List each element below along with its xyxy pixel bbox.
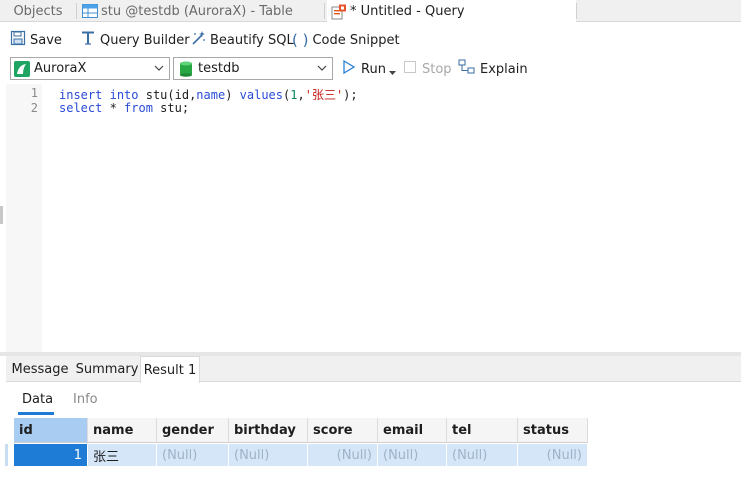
code-token: into — [109, 88, 139, 102]
database-icon — [179, 61, 193, 77]
table-icon — [82, 4, 98, 18]
database-select-value: testdb — [198, 61, 240, 76]
line-number: 2 — [30, 101, 38, 115]
line-number: 1 — [30, 86, 38, 100]
code-token: from — [124, 101, 153, 115]
database-select[interactable]: testdb — [173, 57, 333, 80]
save-label: Save — [30, 32, 62, 48]
tab-info-label: Info — [73, 392, 98, 407]
query-icon — [331, 4, 347, 20]
row-selector[interactable] — [5, 444, 8, 466]
chevron-down-icon — [316, 62, 328, 78]
code-token: ); — [343, 88, 358, 102]
document-tab-bar: Objects stu @testdb (AuroraX) - Table * … — [0, 0, 741, 23]
tab-untitled-query[interactable]: * Untitled - Query — [327, 0, 576, 23]
stop-icon — [404, 61, 416, 77]
play-icon — [342, 59, 356, 78]
chevron-down-icon — [153, 62, 165, 78]
tab-objects[interactable]: Objects — [0, 0, 76, 22]
code-snippet-icon: ( ) — [292, 31, 309, 49]
code-token: stu(id, — [138, 88, 197, 102]
explain-label: Explain — [480, 61, 528, 77]
query-builder-icon — [80, 30, 96, 50]
table-cell-score[interactable]: (Null) — [308, 444, 378, 466]
tab-result-1[interactable]: Result 1 — [140, 356, 200, 383]
column-header-name[interactable]: name — [88, 418, 157, 443]
code-token: '张三' — [304, 88, 344, 102]
result-tab-bar: Message Summary Result 1 — [6, 356, 741, 383]
query-toolbar: Save Query Builder Beautify SQL ( ) Code… — [0, 24, 741, 56]
code-snippet-label: Code Snippet — [312, 32, 400, 48]
table-cell-gender[interactable]: (Null) — [157, 444, 229, 466]
magic-wand-icon — [190, 30, 206, 50]
tab-info[interactable]: Info — [73, 392, 98, 407]
tab-summary-label: Summary — [75, 361, 139, 377]
data-info-tabs: Data Info — [6, 382, 741, 418]
connection-selector-row: AuroraX testdb Run Stop Explain — [0, 56, 741, 82]
panel-resize-handle[interactable] — [0, 206, 3, 224]
code-token: , — [297, 88, 305, 102]
connection-select-value: AuroraX — [34, 61, 87, 76]
query-builder-button[interactable]: Query Builder — [80, 24, 190, 56]
code-token: * — [102, 101, 125, 115]
active-tab-indicator — [18, 412, 54, 415]
column-header-email[interactable]: email — [378, 418, 447, 443]
tab-data-label: Data — [22, 392, 54, 407]
column-header-tel[interactable]: tel — [447, 418, 518, 443]
stop-button[interactable]: Stop — [404, 56, 452, 82]
table-cell-id[interactable]: 1 — [14, 444, 88, 466]
code-token: ) — [225, 88, 240, 102]
table-cell-status[interactable]: (Null) — [518, 444, 588, 466]
explain-icon — [458, 59, 476, 79]
table-cell-birthday[interactable]: (Null) — [229, 444, 308, 466]
save-button[interactable]: Save — [10, 24, 62, 56]
column-header-status[interactable]: status — [518, 418, 588, 443]
tab-summary[interactable]: Summary — [74, 356, 140, 382]
tab-result-1-label: Result 1 — [143, 362, 197, 378]
table-cell-email[interactable]: (Null) — [378, 444, 447, 466]
connection-select[interactable]: AuroraX — [10, 57, 170, 80]
column-header-birthday[interactable]: birthday — [229, 418, 308, 443]
tab-message-label: Message — [11, 361, 69, 377]
tab-untitled-query-label: * Untitled - Query — [350, 4, 465, 19]
explain-button[interactable]: Explain — [458, 56, 528, 82]
tab-stu-table[interactable]: stu @testdb (AuroraX) - Table — [79, 0, 324, 22]
run-label: Run — [361, 61, 386, 77]
sql-editor[interactable]: 1 2 insert into stu(id,name) values(1,'张… — [6, 84, 741, 352]
code-token: insert — [59, 88, 103, 102]
save-icon — [10, 30, 26, 50]
connection-icon — [14, 60, 30, 77]
code-token: stu; — [152, 101, 190, 115]
beautify-sql-label: Beautify SQL — [210, 32, 294, 48]
code-token: name — [196, 88, 226, 102]
table-cell-name[interactable]: 张三 — [88, 444, 157, 466]
tab-data[interactable]: Data — [22, 392, 53, 407]
column-header-id[interactable]: id — [14, 418, 88, 443]
tab-objects-label: Objects — [13, 3, 63, 19]
tab-message[interactable]: Message — [6, 356, 74, 382]
line-number-gutter: 1 2 — [6, 84, 42, 352]
code-snippet-button[interactable]: ( ) Code Snippet — [292, 24, 400, 56]
run-button[interactable]: Run — [342, 56, 386, 82]
code-token: values — [239, 88, 284, 102]
column-header-score[interactable]: score — [308, 418, 378, 443]
table-cell-tel[interactable]: (Null) — [447, 444, 518, 466]
code-token: select — [59, 101, 103, 115]
tab-stu-table-label: stu @testdb (AuroraX) - Table — [101, 3, 293, 19]
run-options-dropdown-icon[interactable] — [389, 65, 396, 80]
query-builder-label: Query Builder — [100, 32, 190, 48]
column-header-gender[interactable]: gender — [157, 418, 229, 443]
stop-label: Stop — [422, 61, 452, 77]
beautify-sql-button[interactable]: Beautify SQL — [190, 24, 294, 56]
code-line[interactable]: select * from stu; — [59, 101, 189, 115]
